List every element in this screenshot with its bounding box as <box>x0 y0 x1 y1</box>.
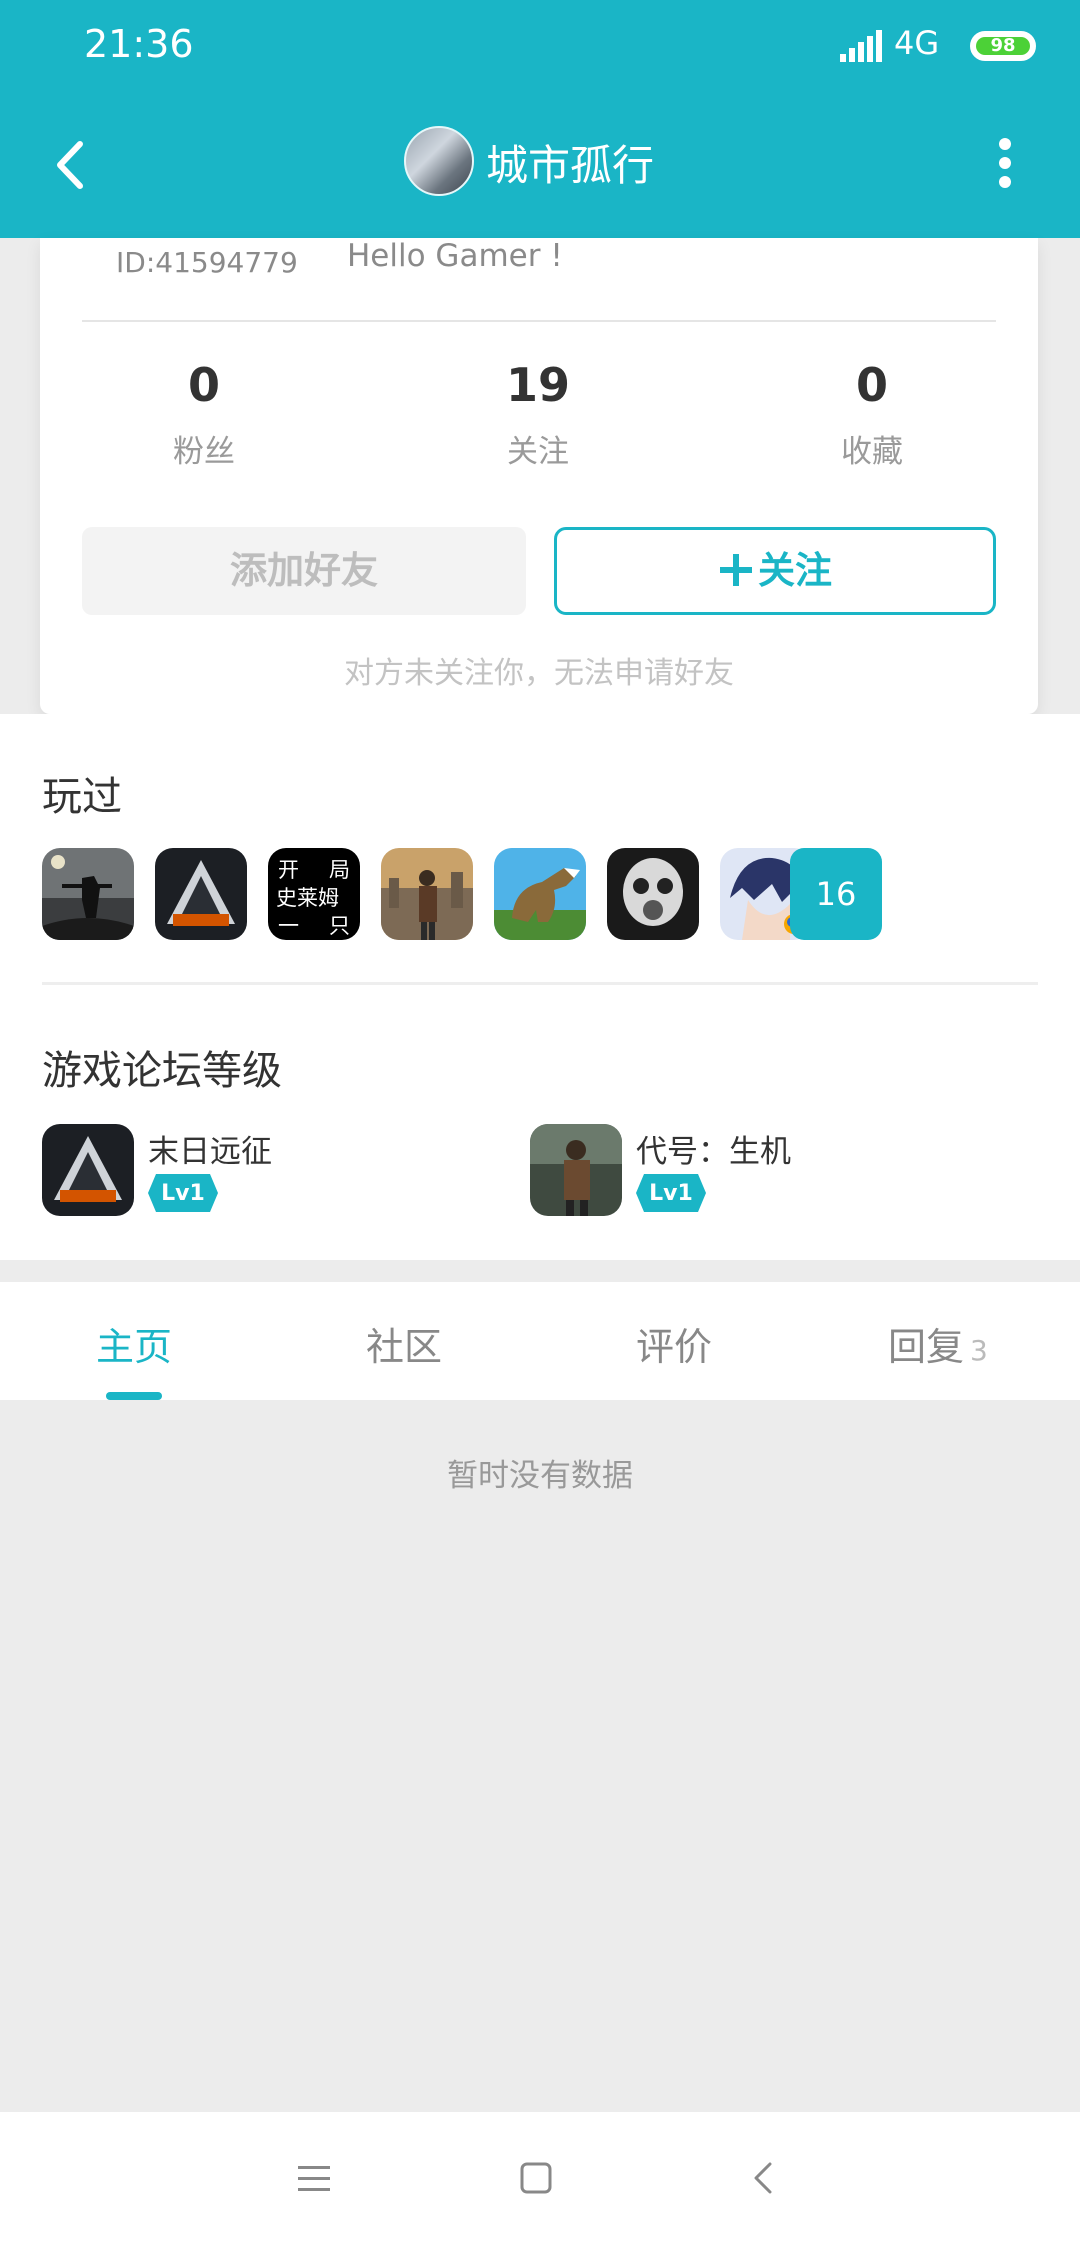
stat-favorites[interactable]: 0 收藏 <box>772 358 972 471</box>
battery-level: 98 <box>976 37 1030 55</box>
page-title: 城市孤行 <box>486 141 655 190</box>
level-label: Lv1 <box>649 1181 693 1206</box>
avatar[interactable] <box>404 126 474 196</box>
stat-following[interactable]: 19 关注 <box>438 358 638 471</box>
forum-level-item[interactable]: 代号：生机 Lv1 <box>530 1124 990 1220</box>
tab-replies[interactable]: 回复 3 <box>888 1316 988 1371</box>
stat-fans[interactable]: 0 粉丝 <box>104 358 304 471</box>
menu-icon[interactable] <box>286 2150 342 2206</box>
game-icon-amg[interactable] <box>155 848 247 940</box>
status-bar: 21:36 4G 98 <box>0 0 1080 90</box>
divider <box>82 320 996 322</box>
game-icon-amg <box>42 1124 134 1216</box>
game-icon-survivor[interactable] <box>381 848 473 940</box>
tab-reviews[interactable]: 评价 <box>636 1316 712 1371</box>
forum-level-title: 游戏论坛等级 <box>42 1048 282 1094</box>
section-divider <box>42 982 1038 985</box>
games-section: 玩过 开 局 史莱姆 一 只 16 游戏论坛等级 末日远征 Lv1 代号：生机 … <box>0 714 1080 1260</box>
level-badge: Lv1 <box>148 1174 218 1212</box>
tab-replies-label: 回复 <box>888 1325 965 1369</box>
back-arrow-icon[interactable] <box>40 130 110 200</box>
slime-icon-text-4: 一 <box>278 914 299 938</box>
slime-icon-text-2: 局 <box>329 858 350 882</box>
forum-game-name: 末日远征 <box>148 1134 272 1170</box>
system-nav-bar <box>0 2112 1080 2244</box>
game-icon-gasmask[interactable] <box>607 848 699 940</box>
game-icon-sniper[interactable] <box>42 848 134 940</box>
played-title: 玩过 <box>42 774 122 820</box>
forum-game-name: 代号：生机 <box>636 1134 791 1170</box>
stat-fans-label: 粉丝 <box>173 434 235 470</box>
slime-icon-text-3: 史莱姆 <box>276 886 339 910</box>
empty-state: 暂时没有数据 <box>447 1458 633 1494</box>
follow-label: 关注 <box>758 549 832 592</box>
network-type: 4G <box>894 24 940 62</box>
stat-following-count: 19 <box>505 358 570 412</box>
back-icon[interactable] <box>736 2150 792 2206</box>
stat-following-label: 关注 <box>507 434 569 470</box>
stat-favorites-label: 收藏 <box>841 434 903 470</box>
level-label: Lv1 <box>161 1181 205 1206</box>
game-icon-dinosaur[interactable] <box>494 848 586 940</box>
tab-content: 暂时没有数据 <box>0 1400 1080 2112</box>
top-bar: 城市孤行 <box>0 90 1080 238</box>
game-icon-survivor <box>530 1124 622 1216</box>
follow-button[interactable]: 关注 <box>554 527 996 615</box>
game-icon-slime[interactable]: 开 局 史莱姆 一 只 <box>268 848 360 940</box>
profile-card: ID:41594779 Hello Gamer ! 0 粉丝 19 关注 0 收… <box>40 238 1038 714</box>
user-id: ID:41594779 <box>116 246 298 279</box>
more-games-button[interactable]: 16 <box>790 848 882 940</box>
tab-bar: 主页 社区 评价 回复 3 <box>0 1282 1080 1400</box>
stat-favorites-count: 0 <box>855 358 888 412</box>
reply-count: 3 <box>970 1334 988 1367</box>
tab-indicator <box>106 1392 162 1400</box>
battery-icon: 98 <box>970 31 1036 61</box>
add-friend-button[interactable]: 添加好友 <box>82 527 526 615</box>
friend-hint: 对方未关注你，无法申请好友 <box>344 656 734 691</box>
tab-home[interactable]: 主页 <box>96 1316 172 1371</box>
tab-community[interactable]: 社区 <box>366 1316 442 1371</box>
forum-level-item[interactable]: 末日远征 Lv1 <box>42 1124 502 1220</box>
stat-fans-count: 0 <box>187 358 220 412</box>
slime-icon-text-5: 只 <box>329 914 350 938</box>
status-time: 21:36 <box>84 22 194 66</box>
more-options-icon[interactable] <box>980 130 1030 200</box>
level-badge: Lv1 <box>636 1174 706 1212</box>
plus-icon <box>720 554 752 586</box>
home-icon[interactable] <box>508 2150 564 2206</box>
user-bio: Hello Gamer ! <box>347 238 563 274</box>
signal-icon <box>840 30 882 62</box>
slime-icon-text-1: 开 <box>278 858 299 882</box>
